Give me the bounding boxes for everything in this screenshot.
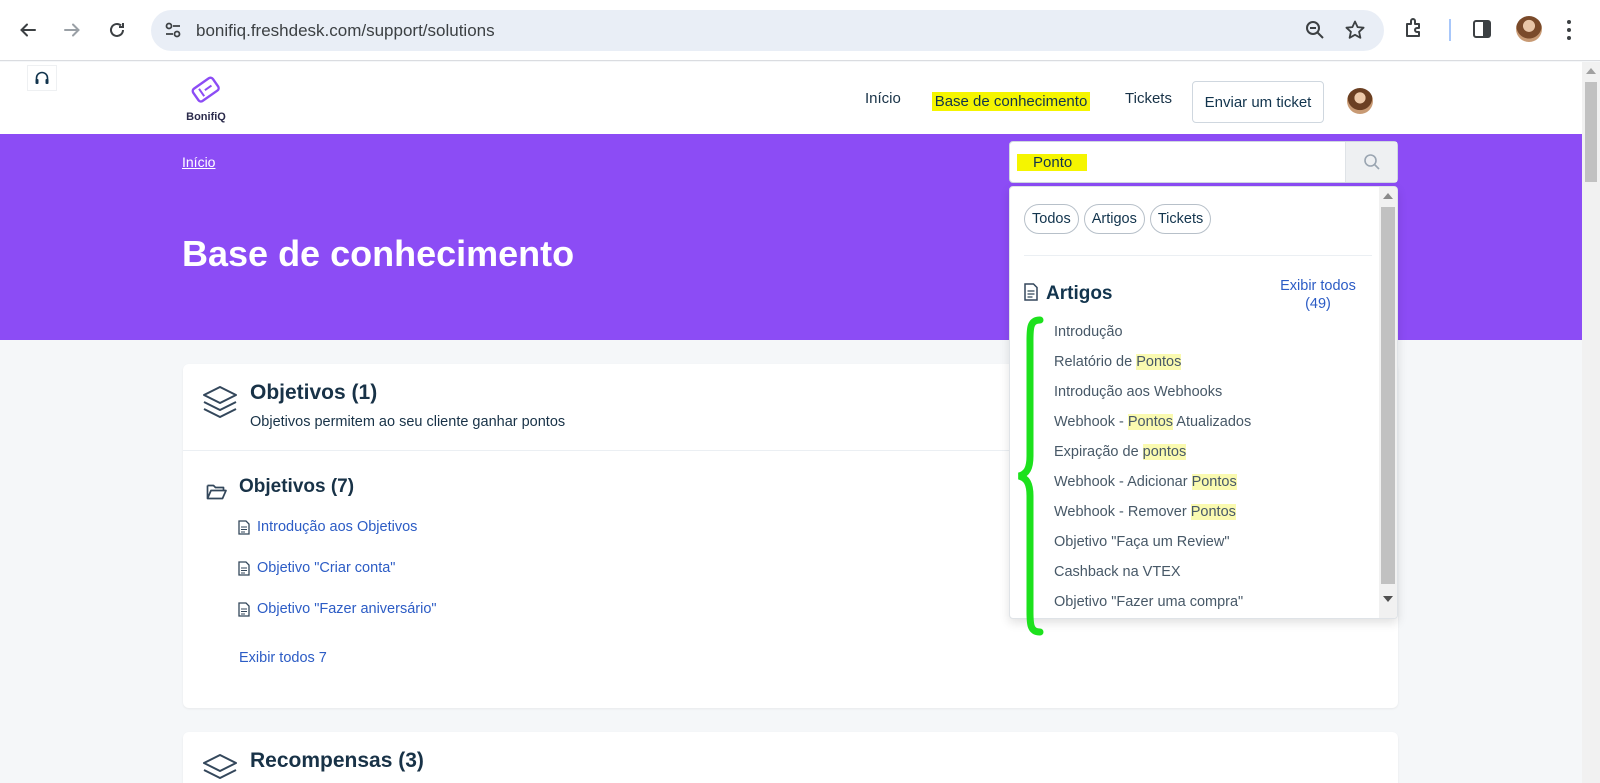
url-text[interactable]: bonifiq.freshdesk.com/support/solutions <box>196 21 495 41</box>
ticket-logo-icon <box>191 76 220 103</box>
article-title: Objetivo "Fazer aniversário" <box>257 601 437 617</box>
search-query-text[interactable]: Ponto <box>1017 154 1088 171</box>
zoom-icon[interactable] <box>1304 19 1326 46</box>
show-all-count: (49) <box>1305 296 1331 312</box>
page-title: Base de conhecimento <box>182 233 575 274</box>
article-link[interactable]: Introdução aos Objetivos <box>238 519 417 535</box>
result-text: Webhook - Remover <box>1054 504 1191 520</box>
category-card-recompensas: Recompensas (3) <box>183 732 1398 783</box>
nav-tickets-link[interactable]: Tickets <box>1125 62 1172 134</box>
dropdown-scrollbar[interactable] <box>1379 187 1397 618</box>
result-text: Atualizados <box>1173 414 1252 430</box>
search-results-dropdown: Todos Artigos Tickets Artigos Exibir tod… <box>1009 186 1398 619</box>
scrollbar-thumb[interactable] <box>1585 82 1597 182</box>
address-bar[interactable]: bonifiq.freshdesk.com/support/solutions <box>151 10 1384 51</box>
reload-icon[interactable] <box>101 14 133 46</box>
result-text: Relatório de <box>1054 354 1137 370</box>
search-result-item[interactable]: Cashback na VTEX <box>1054 564 1251 594</box>
result-filter-chips: Todos Artigos Tickets <box>1024 204 1212 234</box>
category-title[interactable]: Recompensas (3) <box>250 749 424 773</box>
green-brace-annotation <box>1017 316 1044 636</box>
filter-chip-tickets[interactable]: Tickets <box>1149 204 1212 234</box>
show-all-results-link[interactable]: Exibir todos (49) <box>1262 277 1374 313</box>
search-result-item[interactable]: Introdução <box>1054 324 1251 354</box>
folder-title[interactable]: Objetivos (7) <box>239 476 354 498</box>
result-highlight: Pontos <box>1127 414 1174 430</box>
breadcrumb-inicio-link[interactable]: Início <box>182 154 215 170</box>
scroll-down-arrow[interactable] <box>1383 596 1393 602</box>
document-icon <box>238 560 250 576</box>
site-header: BonifiQ Início Base de conhecimento Tick… <box>0 62 1582 134</box>
search-result-item[interactable]: Introdução aos Webhooks <box>1054 384 1251 414</box>
nav-knowledge-base-link[interactable]: Base de conhecimento <box>921 69 1101 133</box>
result-highlight: Pontos <box>1190 504 1236 520</box>
search-result-item[interactable]: Webhook - Adicionar Pontos <box>1054 474 1251 504</box>
document-icon <box>238 519 250 535</box>
layers-icon <box>201 752 239 783</box>
side-panel-icon[interactable] <box>1472 19 1492 44</box>
result-text: Cashback na VTEX <box>1054 564 1181 580</box>
search-result-item[interactable]: Expiração de pontos <box>1054 444 1251 474</box>
document-icon <box>1024 283 1038 306</box>
toolbar-separator <box>1449 19 1451 41</box>
category-title[interactable]: Objetivos (1) <box>250 381 377 405</box>
layers-icon <box>201 384 239 427</box>
search-icon <box>1363 154 1380 170</box>
result-text: Webhook - Adicionar <box>1054 474 1192 490</box>
browser-toolbar: bonifiq.freshdesk.com/support/solutions <box>0 0 1600 61</box>
filter-chip-todos[interactable]: Todos <box>1024 204 1079 234</box>
nav-inicio-link[interactable]: Início <box>865 62 901 134</box>
scrollbar-thumb[interactable] <box>1381 207 1395 584</box>
kebab-menu-icon[interactable] <box>1566 18 1572 47</box>
page-scrollbar[interactable] <box>1582 62 1600 783</box>
scroll-up-arrow[interactable] <box>1586 68 1596 74</box>
article-link[interactable]: Objetivo "Criar conta" <box>238 560 395 576</box>
filter-chip-artigos[interactable]: Artigos <box>1083 204 1145 234</box>
bookmark-star-icon[interactable] <box>1344 19 1366 46</box>
show-all-articles-link[interactable]: Exibir todos 7 <box>239 650 327 666</box>
folder-open-icon <box>206 482 228 507</box>
show-all-label: Exibir todos <box>1280 278 1356 294</box>
send-ticket-button[interactable]: Enviar um ticket <box>1192 81 1324 123</box>
result-text: Introdução aos Webhooks <box>1054 384 1223 400</box>
article-title: Introdução aos Objetivos <box>257 519 418 535</box>
brand-logo[interactable]: BonifiQ <box>182 76 230 123</box>
result-highlight: Pontos <box>1191 474 1237 490</box>
forward-icon[interactable] <box>56 14 88 46</box>
search-result-item[interactable]: Relatório de Pontos <box>1054 354 1251 384</box>
document-icon <box>238 601 250 617</box>
nav-knowledge-base-label: Base de conhecimento <box>931 91 1091 111</box>
search-input[interactable]: Ponto <box>1009 141 1398 183</box>
logo-text: BonifiQ <box>186 111 226 123</box>
search-button[interactable] <box>1345 142 1397 182</box>
result-text: Objetivo "Fazer uma compra" <box>1054 594 1244 610</box>
search-result-item[interactable]: Webhook - Remover Pontos <box>1054 504 1251 534</box>
search-result-item[interactable]: Webhook - Pontos Atualizados <box>1054 414 1251 444</box>
article-link[interactable]: Objetivo "Fazer aniversário" <box>238 601 437 617</box>
site-settings-icon[interactable] <box>163 20 183 45</box>
result-highlight: pontos <box>1142 444 1187 460</box>
results-list: Introdução Relatório de Pontos Introdução … <box>1054 324 1251 618</box>
result-text: Expiração de <box>1054 444 1143 460</box>
article-title: Objetivo "Criar conta" <box>257 560 396 576</box>
result-text: Webhook - <box>1054 414 1128 430</box>
search-result-item[interactable]: Objetivo "Faça um Review" <box>1054 534 1251 564</box>
category-description: Objetivos permitem ao seu cliente ganhar… <box>250 414 566 430</box>
browser-profile-avatar[interactable] <box>1516 16 1542 42</box>
extensions-icon[interactable] <box>1402 16 1426 45</box>
result-text: Introdução <box>1054 324 1123 340</box>
headset-icon[interactable] <box>27 65 57 91</box>
dropdown-divider <box>1024 255 1372 256</box>
result-text: Objetivo "Faça um Review" <box>1054 534 1230 550</box>
user-avatar[interactable] <box>1347 88 1373 114</box>
result-highlight: Pontos <box>1136 354 1182 370</box>
back-icon[interactable] <box>12 14 44 46</box>
scroll-up-arrow[interactable] <box>1383 193 1393 199</box>
results-section-title: Artigos <box>1046 283 1113 304</box>
search-result-item[interactable]: Objetivo "Fazer uma compra" <box>1054 594 1251 618</box>
